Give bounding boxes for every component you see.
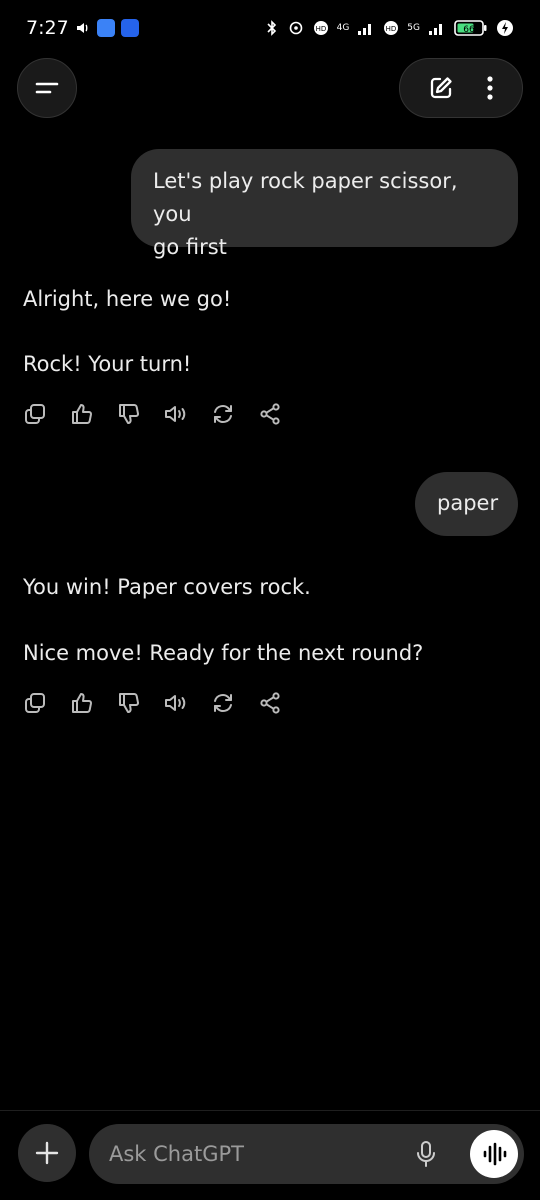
chatgpt-app: 7:27 HD 4G HD 5G 66 Let's play rock pape… [0, 0, 540, 1200]
read-aloud-button[interactable] [163, 690, 189, 716]
share-button[interactable] [257, 401, 283, 427]
message-input[interactable] [109, 1124, 409, 1184]
signal-icon [357, 20, 375, 36]
more-options-button[interactable] [485, 74, 495, 102]
charging-icon [496, 19, 514, 37]
svg-text:HD: HD [386, 25, 397, 33]
top-bar [0, 58, 540, 118]
hd-icon: HD [313, 20, 329, 36]
new-chat-icon [430, 77, 452, 99]
thumbs-up-button[interactable] [69, 690, 95, 716]
battery-level: 66 [463, 25, 475, 35]
status-bar: 7:27 HD 4G HD 5G 66 [0, 0, 540, 56]
read-aloud-icon [165, 695, 186, 711]
regenerate-button[interactable] [210, 690, 236, 716]
more-vertical-icon [487, 76, 493, 100]
read-aloud-button[interactable] [163, 401, 189, 427]
share-button[interactable] [257, 690, 283, 716]
network-type-2: 5G [407, 23, 420, 33]
microphone-icon [417, 1141, 435, 1167]
assistant-message-paragraph: Alright, here we go! [23, 287, 232, 311]
plus-icon [35, 1141, 59, 1165]
voice-waveform-icon [483, 1142, 507, 1166]
user-message-line: Let's play rock paper scissor, you [153, 169, 458, 226]
status-left: 7:27 [26, 17, 139, 39]
thumbs-up-button[interactable] [69, 401, 95, 427]
dictate-button[interactable] [414, 1140, 438, 1168]
message-actions [22, 401, 283, 427]
user-message: Let's play rock paper scissor, you go fi… [131, 149, 518, 259]
share-icon [260, 692, 280, 714]
menu-icon [35, 82, 59, 94]
menu-button[interactable] [17, 58, 77, 118]
thumbs-down-icon [119, 403, 139, 424]
regenerate-icon [214, 694, 232, 712]
thumbs-down-button[interactable] [116, 690, 142, 716]
regenerate-icon [214, 405, 232, 423]
user-message-line: go first [153, 235, 227, 259]
thumbs-down-button[interactable] [116, 401, 142, 427]
new-chat-button[interactable] [427, 74, 455, 102]
hd-icon-2: HD [383, 20, 399, 36]
message-actions [22, 690, 283, 716]
copy-icon [25, 404, 45, 424]
attach-button[interactable] [18, 1124, 76, 1182]
share-icon [260, 403, 280, 425]
assistant-message-paragraph: Rock! Your turn! [23, 352, 192, 376]
user-message: paper [415, 472, 518, 536]
bluetooth-icon [265, 20, 279, 36]
network-type-1: 4G [336, 23, 350, 33]
app-notification-icon-2 [120, 19, 139, 37]
voice-mode-button[interactable] [470, 1130, 518, 1178]
assistant-message-paragraph: You win! Paper covers rock. [23, 575, 311, 599]
svg-text:HD: HD [315, 25, 326, 33]
status-time: 7:27 [26, 17, 69, 39]
copy-button[interactable] [22, 690, 48, 716]
thumbs-up-icon [72, 693, 92, 714]
volume-icon [75, 20, 91, 36]
thumbs-up-icon [72, 404, 92, 425]
app-notification-icon [96, 19, 115, 37]
regenerate-button[interactable] [210, 401, 236, 427]
copy-button[interactable] [22, 401, 48, 427]
signal-icon-2 [428, 20, 446, 36]
hotspot-icon [287, 20, 305, 36]
top-actions [399, 58, 523, 118]
composer-divider [0, 1110, 540, 1111]
read-aloud-icon [165, 406, 186, 422]
copy-icon [25, 693, 45, 713]
assistant-message-paragraph: Nice move! Ready for the next round? [23, 641, 424, 665]
thumbs-down-icon [119, 692, 139, 713]
status-right: HD 4G HD 5G 66 [265, 19, 514, 37]
battery-icon: 66 [454, 19, 488, 37]
composer [89, 1124, 524, 1184]
